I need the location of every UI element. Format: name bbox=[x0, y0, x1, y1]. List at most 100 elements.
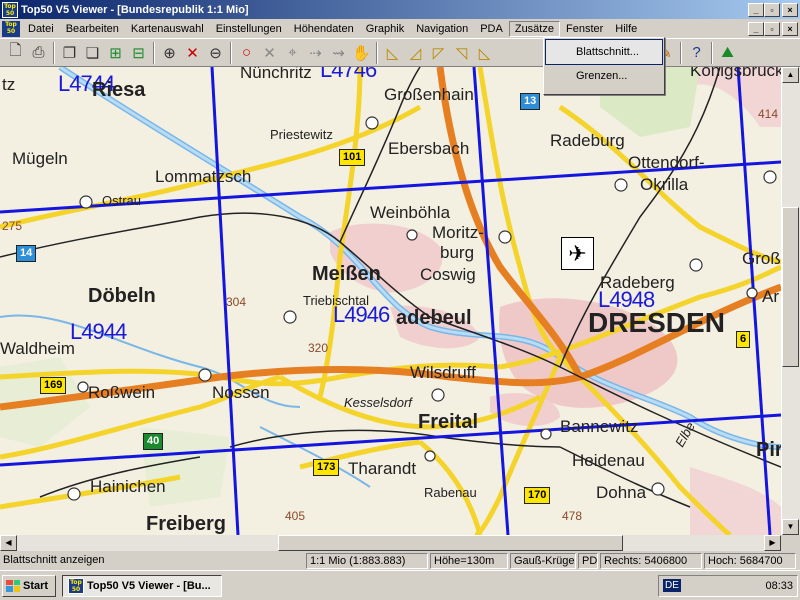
new-icon[interactable]: 🗋 bbox=[4, 41, 27, 64]
measure-icon[interactable]: ⌖ bbox=[281, 41, 304, 64]
horizontal-scroll-thumb[interactable] bbox=[278, 535, 623, 551]
mdi-maximize-button[interactable]: ▫ bbox=[764, 21, 780, 36]
scroll-corner bbox=[781, 535, 800, 551]
menu-kartenauswahl[interactable]: Kartenauswahl bbox=[125, 21, 210, 37]
vertical-scrollbar[interactable]: ▲ ▼ bbox=[781, 67, 800, 535]
status-right: Rechts: 5406800 bbox=[600, 552, 702, 569]
menu-item-grenzen[interactable]: Grenzen... bbox=[546, 64, 662, 88]
road-shield: 14 bbox=[16, 245, 37, 262]
status-bar: Blattschnitt anzeigen 1:1 Mio (1:883.883… bbox=[0, 551, 800, 570]
road-shield: 170 bbox=[524, 487, 551, 504]
profile-icon[interactable]: ⛰ bbox=[716, 41, 739, 64]
start-button[interactable]: Start bbox=[2, 574, 56, 597]
place-label: burg bbox=[440, 243, 475, 262]
zoom-out-icon[interactable]: ⊖ bbox=[204, 41, 227, 64]
start-label: Start bbox=[23, 579, 49, 592]
status-projection: Gauß-Krüger bbox=[510, 552, 576, 569]
zusaetze-dropdown: Blattschnitt... Grenzen... bbox=[543, 37, 665, 95]
place-label: Wilsdruff bbox=[410, 363, 476, 382]
route-icon[interactable]: ⇢ bbox=[304, 41, 327, 64]
road-shield: 13 bbox=[520, 93, 541, 110]
place-label: Radeberg bbox=[600, 273, 675, 292]
window-title: Top50 V5 Viewer - [Bundesrepublik 1:1 Mi… bbox=[21, 3, 249, 16]
horizontal-scrollbar[interactable]: ◀ ▶ bbox=[0, 535, 781, 551]
place-label: Meißen bbox=[312, 263, 381, 285]
print-icon[interactable]: ⎙ bbox=[27, 41, 50, 64]
place-label: Königsbrück bbox=[690, 67, 781, 80]
menu-zusaetze[interactable]: Zusätze bbox=[508, 20, 560, 37]
road-shield: 40 bbox=[143, 433, 164, 450]
scroll-left-button[interactable]: ◀ bbox=[0, 535, 17, 551]
ruler5-icon[interactable]: ◺ bbox=[473, 41, 496, 64]
elevation-label: 304 bbox=[226, 295, 247, 309]
menu-graphik[interactable]: Graphik bbox=[360, 21, 411, 37]
language-indicator[interactable]: DE bbox=[663, 579, 681, 592]
road-shield: 101 bbox=[339, 149, 366, 166]
scroll-up-button[interactable]: ▲ bbox=[782, 67, 799, 83]
zoom-in-icon[interactable]: ⊕ bbox=[158, 41, 181, 64]
scroll-right-button[interactable]: ▶ bbox=[764, 535, 781, 551]
menu-item-blattschnitt[interactable]: Blattschnitt... bbox=[545, 39, 663, 65]
place-label: Freital bbox=[418, 411, 479, 433]
place-label: Triebischtal bbox=[303, 293, 369, 308]
help-icon[interactable]: ? bbox=[685, 41, 708, 64]
ruler2-icon[interactable]: ◿ bbox=[404, 41, 427, 64]
elevation-label: 275 bbox=[2, 219, 23, 233]
menu-einstellungen[interactable]: Einstellungen bbox=[210, 21, 288, 37]
menu-hoehendaten[interactable]: Höhendaten bbox=[288, 21, 360, 37]
place-label: Roßwein bbox=[88, 383, 156, 402]
place-label: Döbeln bbox=[88, 285, 156, 307]
place-label: Ottendorf- bbox=[628, 153, 705, 172]
menu-datei[interactable]: Datei bbox=[22, 21, 60, 37]
place-label: Rabenau bbox=[424, 485, 477, 500]
taskbar-app-button[interactable]: Top 50 Top50 V5 Viewer - [Bu... bbox=[62, 574, 222, 597]
menu-navigation[interactable]: Navigation bbox=[410, 21, 474, 37]
route2-icon[interactable]: ⇝ bbox=[327, 41, 350, 64]
ruler4-icon[interactable]: ◹ bbox=[450, 41, 473, 64]
app-icon: Top 50 bbox=[68, 577, 84, 594]
elevation-label: 320 bbox=[308, 341, 329, 355]
mdi-close-button[interactable]: × bbox=[782, 21, 798, 36]
place-label: Hainichen bbox=[90, 477, 166, 496]
minimize-button[interactable]: _ bbox=[748, 2, 764, 17]
mdi-minimize-button[interactable]: _ bbox=[748, 21, 764, 36]
menu-bearbeiten[interactable]: Bearbeiten bbox=[60, 21, 125, 37]
menu-fenster[interactable]: Fenster bbox=[560, 21, 609, 37]
cancel-icon[interactable]: ✕ bbox=[258, 41, 281, 64]
ruler3-icon[interactable]: ◸ bbox=[427, 41, 450, 64]
map-view[interactable]: L4744 L4746 L4944 L4946 L4948 Riesa Nünc… bbox=[0, 67, 781, 535]
zoom-window-icon[interactable]: ⊞ bbox=[104, 41, 127, 64]
title-bar[interactable]: Top 50 Top50 V5 Viewer - [Bundesrepublik… bbox=[0, 0, 800, 19]
status-message: Blattschnitt anzeigen bbox=[3, 553, 105, 566]
hand-icon[interactable]: ✋ bbox=[350, 41, 373, 64]
place-label: Bannewitz bbox=[560, 417, 639, 436]
copy2-icon[interactable]: ❏ bbox=[81, 41, 104, 64]
circle-icon[interactable]: ○ bbox=[235, 41, 258, 64]
app-window: Top 50 Top50 V5 Viewer - [Bundesrepublik… bbox=[0, 0, 800, 600]
status-pd: PD bbox=[578, 552, 598, 569]
airplane-icon: ✈ bbox=[561, 237, 594, 270]
elevation-label: 414 bbox=[758, 107, 779, 121]
place-label: Radeburg bbox=[550, 131, 625, 150]
place-label: Ostrau bbox=[102, 193, 142, 208]
maximize-button[interactable]: ▫ bbox=[764, 2, 780, 17]
zoom-fit-icon[interactable]: ⊟ bbox=[127, 41, 150, 64]
taskbar-app-label: Top50 V5 Viewer - [Bu... bbox=[87, 579, 211, 592]
place-label: Ar bbox=[762, 287, 779, 306]
windows-logo-icon bbox=[6, 579, 20, 592]
menu-pda[interactable]: PDA bbox=[474, 21, 509, 37]
place-label: adebeul bbox=[396, 307, 472, 329]
zoom-cross-icon[interactable]: ✕ bbox=[181, 41, 204, 64]
ruler-icon[interactable]: ◺ bbox=[381, 41, 404, 64]
toolbar: 🗋 ⎙ ❐ ❏ ⊞ ⊟ ⊕ ✕ ⊖ ○ ✕ ⌖ ⇢ ⇝ ✋ ◺ ◿ ◸ ◹ ◺ … bbox=[0, 38, 800, 67]
menu-hilfe[interactable]: Hilfe bbox=[609, 21, 643, 37]
place-label: tz bbox=[2, 75, 16, 94]
place-label: Dohna bbox=[596, 483, 647, 502]
road-shield: 173 bbox=[313, 459, 340, 476]
scroll-down-button[interactable]: ▼ bbox=[782, 519, 799, 535]
copy-icon[interactable]: ❐ bbox=[58, 41, 81, 64]
vertical-scroll-thumb[interactable] bbox=[782, 207, 799, 367]
document-icon[interactable]: Top 50 bbox=[2, 20, 20, 37]
elevation-label: 405 bbox=[285, 509, 306, 523]
close-button[interactable]: × bbox=[782, 2, 798, 17]
